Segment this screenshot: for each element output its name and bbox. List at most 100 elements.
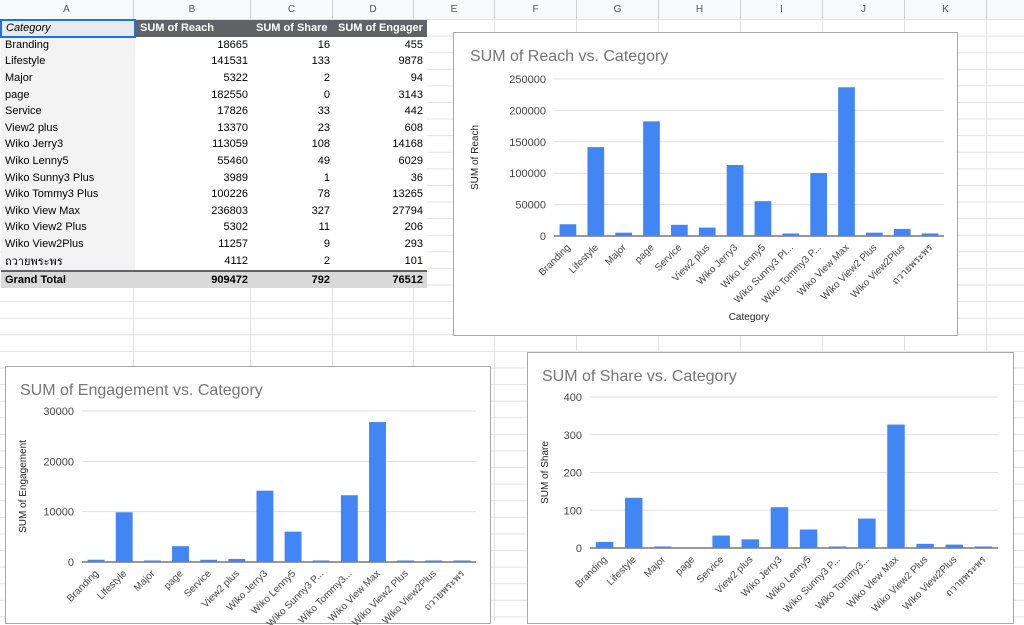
- cell-engagement[interactable]: 14168: [334, 136, 427, 153]
- cell-engagement[interactable]: 6029: [334, 152, 427, 170]
- cell-share[interactable]: 78: [252, 185, 334, 203]
- reach-chart[interactable]: SUM of Reach vs. Category 0 50000 100000 150…: [453, 32, 958, 336]
- cell-reach[interactable]: 11257: [135, 235, 252, 253]
- header-reach[interactable]: SUM of Reach: [135, 20, 252, 37]
- cell-engagement[interactable]: 293: [334, 235, 427, 253]
- bar[interactable]: [453, 560, 471, 563]
- cell-engagement[interactable]: 13265: [334, 185, 427, 203]
- header-engagement[interactable]: SUM of Engager: [334, 20, 427, 37]
- cell-category[interactable]: Wiko View2Plus: [1, 235, 135, 253]
- cell-reach[interactable]: 13370: [135, 119, 252, 137]
- cell-reach[interactable]: 18665: [135, 36, 252, 54]
- column-header-i[interactable]: I: [741, 0, 823, 19]
- bar[interactable]: [754, 201, 772, 236]
- cell-category[interactable]: Service: [1, 102, 135, 120]
- cell-category[interactable]: Wiko Jerry3: [1, 136, 135, 153]
- cell-engagement[interactable]: 455: [334, 36, 427, 54]
- cell-engagement[interactable]: 27794: [334, 202, 427, 220]
- bar[interactable]: [87, 559, 105, 562]
- cell-engagement[interactable]: 76512: [334, 270, 427, 288]
- bar[interactable]: [945, 544, 964, 548]
- cell-category[interactable]: Branding: [1, 36, 135, 54]
- cell-engagement[interactable]: 608: [334, 119, 427, 137]
- cell-engagement[interactable]: 206: [334, 219, 427, 236]
- column-header-h[interactable]: H: [659, 0, 741, 19]
- bar[interactable]: [256, 490, 274, 562]
- cell-category[interactable]: page: [1, 86, 135, 103]
- column-header-d[interactable]: D: [333, 0, 414, 19]
- cell-reach[interactable]: 5302: [135, 219, 252, 236]
- column-header-a[interactable]: A: [0, 0, 134, 19]
- bar[interactable]: [615, 232, 632, 236]
- bar[interactable]: [312, 560, 330, 563]
- cell-reach[interactable]: 141531: [135, 53, 252, 70]
- bar[interactable]: [974, 546, 993, 549]
- header-category[interactable]: Category: [0, 19, 136, 38]
- cell-category[interactable]: View2 plus: [1, 119, 135, 137]
- cell-engagement[interactable]: 9878: [334, 53, 427, 70]
- engagement-chart[interactable]: SUM of Engagement vs. Category 0 10000 2000…: [5, 366, 491, 625]
- bar[interactable]: [624, 497, 643, 548]
- cell-category[interactable]: Wiko View Max: [1, 202, 135, 220]
- bar[interactable]: [782, 233, 800, 236]
- cell-share[interactable]: 133: [252, 53, 334, 70]
- column-header-c[interactable]: C: [251, 0, 333, 19]
- cell-engagement[interactable]: 442: [334, 102, 427, 120]
- bar[interactable]: [810, 173, 827, 236]
- bar[interactable]: [115, 512, 133, 562]
- bar[interactable]: [726, 164, 744, 236]
- bar[interactable]: [887, 424, 905, 548]
- cell-share[interactable]: 792: [252, 270, 334, 288]
- bar[interactable]: [200, 559, 218, 562]
- column-header-j[interactable]: J: [823, 0, 905, 19]
- cell-category[interactable]: Grand Total: [1, 270, 135, 288]
- bar[interactable]: [858, 518, 876, 548]
- column-header-k[interactable]: K: [905, 0, 987, 19]
- cell-reach[interactable]: 5322: [135, 69, 252, 87]
- cell-category[interactable]: Wiko Tommy3 Plus: [1, 185, 135, 203]
- cell-share[interactable]: 11: [252, 219, 334, 236]
- bar[interactable]: [595, 541, 614, 548]
- cell-reach[interactable]: 909472: [135, 270, 252, 288]
- cell-engagement[interactable]: 94: [334, 69, 427, 87]
- bar[interactable]: [921, 233, 939, 236]
- cell-share[interactable]: 1: [252, 169, 334, 186]
- cell-reach[interactable]: 55460: [135, 152, 252, 170]
- header-share[interactable]: SUM of Share: [252, 20, 334, 37]
- bar[interactable]: [893, 228, 911, 236]
- cell-category[interactable]: Wiko View2 Plus: [1, 219, 135, 236]
- column-header-g[interactable]: G: [577, 0, 659, 19]
- cell-share[interactable]: 9: [252, 235, 334, 253]
- cell-category[interactable]: ถวายพระพร: [1, 252, 135, 272]
- cell-category[interactable]: Wiko Lenny5: [1, 152, 135, 170]
- cell-reach[interactable]: 113059: [135, 136, 252, 153]
- cell-share[interactable]: 16: [252, 36, 334, 54]
- bar[interactable]: [340, 495, 358, 562]
- cell-share[interactable]: 108: [252, 136, 334, 153]
- bar[interactable]: [228, 558, 246, 562]
- cell-share[interactable]: 0: [252, 86, 334, 103]
- cell-engagement[interactable]: 36: [334, 169, 427, 186]
- cell-reach[interactable]: 236803: [135, 202, 252, 220]
- cell-category[interactable]: Wiko Sunny3 Plus: [1, 169, 135, 186]
- bar[interactable]: [698, 227, 716, 236]
- bar[interactable]: [643, 121, 660, 236]
- bar[interactable]: [143, 560, 161, 563]
- cell-reach[interactable]: 182550: [135, 86, 252, 103]
- cell-category[interactable]: Major: [1, 69, 135, 87]
- bar[interactable]: [172, 546, 189, 562]
- cell-category[interactable]: Lifestyle: [1, 53, 135, 70]
- bar[interactable]: [559, 224, 577, 236]
- column-header-f[interactable]: F: [495, 0, 577, 19]
- bar[interactable]: [866, 232, 883, 236]
- cell-engagement[interactable]: 101: [334, 252, 427, 272]
- bar[interactable]: [838, 87, 855, 236]
- cell-share[interactable]: 33: [252, 102, 334, 120]
- column-header-b[interactable]: B: [134, 0, 251, 19]
- cell-share[interactable]: 49: [252, 152, 334, 170]
- share-chart[interactable]: SUM of Share vs. Category 0 100 200 300 400 Br…: [527, 352, 1014, 624]
- cell-share[interactable]: 23: [252, 119, 334, 137]
- cell-share[interactable]: 2: [252, 69, 334, 87]
- bar[interactable]: [284, 531, 302, 562]
- bar[interactable]: [369, 422, 386, 562]
